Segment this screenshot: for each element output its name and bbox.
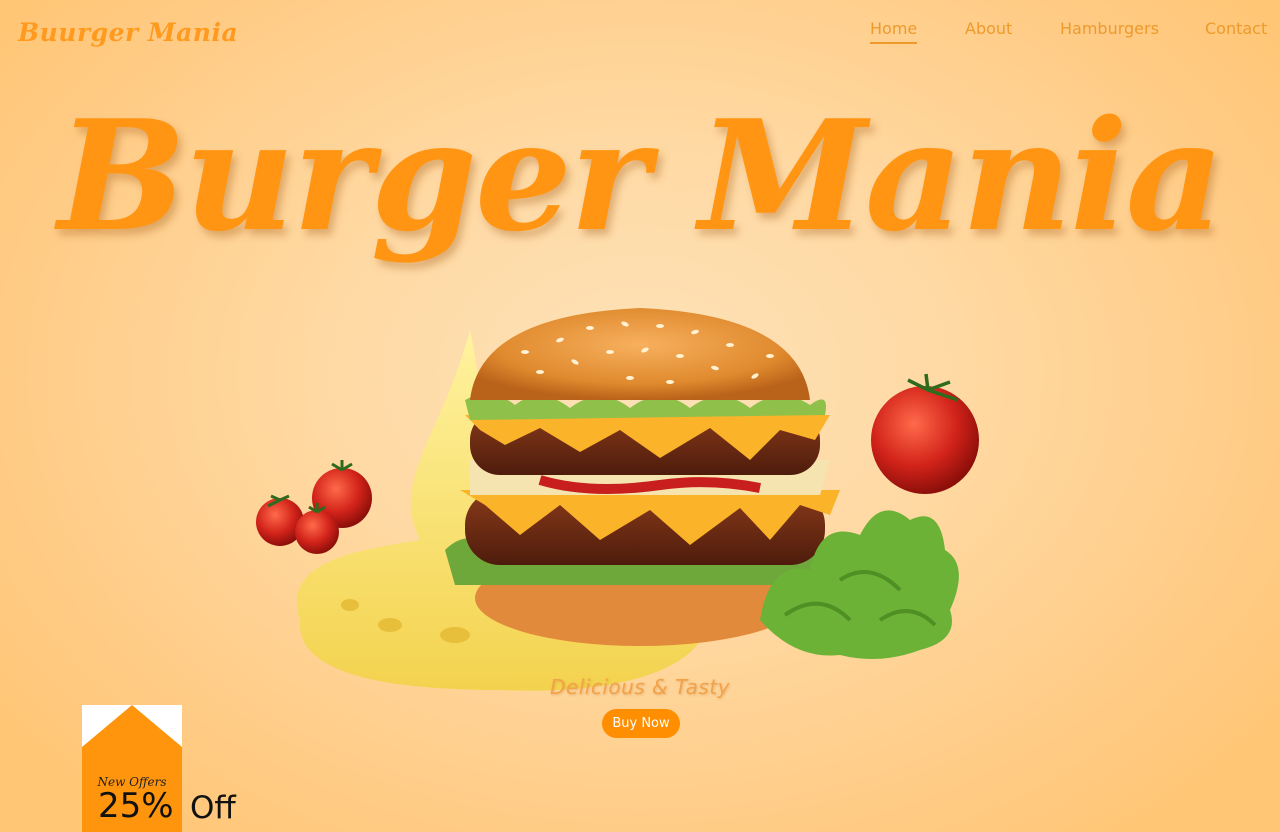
main-nav: Home About Hamburgers Contact <box>0 19 1280 49</box>
hero-tagline: Delicious & Tasty <box>550 675 730 699</box>
nav-contact-link[interactable]: Contact <box>1205 19 1267 42</box>
nav-about-link[interactable]: About <box>965 19 1012 42</box>
nav-home-link[interactable]: Home <box>870 19 918 44</box>
offer-percent: 25% <box>98 786 174 826</box>
burger-illustration <box>256 308 979 691</box>
buy-now-button[interactable]: Buy Now <box>602 709 680 738</box>
offer-notch-icon <box>82 705 182 747</box>
nav-hamburgers-link[interactable]: Hamburgers <box>1060 19 1159 42</box>
hero-title: Burger Mania <box>57 86 1225 265</box>
offer-suffix: Off <box>190 790 236 826</box>
